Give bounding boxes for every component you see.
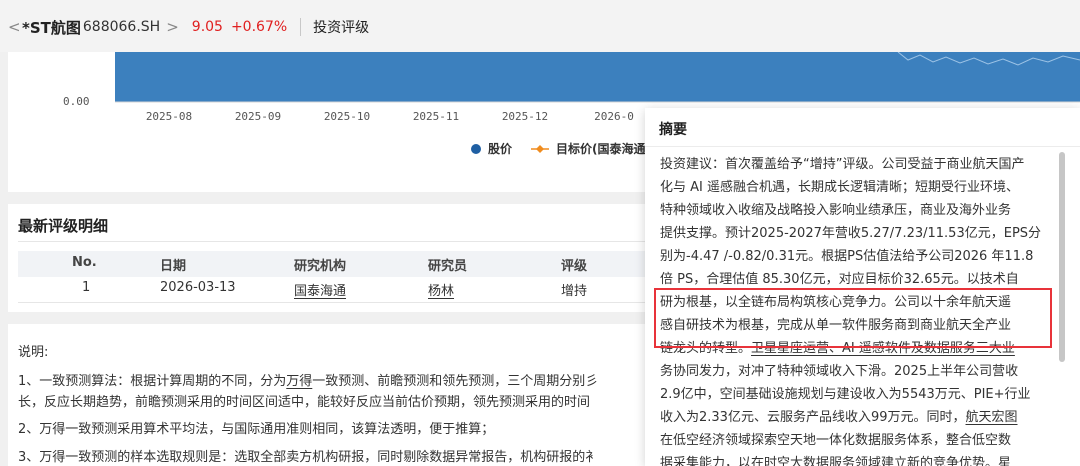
cell-date: 2026-03-13 bbox=[160, 280, 236, 295]
stock-header-row: < *ST航图 688066.SH > 9.05 +0.67% 投资评级 bbox=[8, 17, 369, 37]
stock-name: *ST航图 bbox=[22, 18, 81, 37]
summary-popup: 摘要 投资建议：首次覆盖给予“增持”评级。公司受益于商业航天国产 化与 AI 遥… bbox=[645, 108, 1080, 466]
note-1-part-b: 一致预测、前瞻预测和领先预测，三个周期分别彡 bbox=[312, 374, 599, 389]
stock-header-bar: < *ST航图 688066.SH > 9.05 +0.67% 投资评级 bbox=[0, 0, 1080, 52]
x-tick-label: 2026-0 bbox=[594, 110, 634, 123]
back-icon[interactable]: < bbox=[8, 18, 21, 36]
highlight-box bbox=[654, 288, 1052, 348]
header-divider bbox=[300, 18, 302, 36]
summary-line: 据采集能力，以在时空大数据服务领域建立新的竞争优势。星 bbox=[660, 456, 1012, 466]
column-header-date: 日期 bbox=[160, 259, 187, 274]
price-area bbox=[115, 52, 1080, 102]
legend-marker-target-diamond bbox=[536, 145, 544, 153]
wind-link[interactable]: 万得 bbox=[286, 374, 312, 389]
chevron-right-icon[interactable]: > bbox=[166, 18, 179, 36]
column-header-rating: 评级 bbox=[561, 259, 588, 274]
chart-legend[interactable]: 股价 目标价(国泰海通 bbox=[471, 141, 646, 156]
price-change: +0.67% bbox=[230, 19, 288, 35]
summary-line: 倍 PS，合理估值 85.30亿元，对应目标价32.65元。以技术自 bbox=[660, 272, 1019, 287]
section-title: 最新评级明细 bbox=[18, 217, 109, 235]
summary-line: 提供支撑。预计2025-2027年营收5.27/7.23/11.53亿元，EPS… bbox=[660, 226, 1042, 241]
summary-line: 化与 AI 遥感融合机遇，长期成长逻辑清晰；短期受行业环境、 bbox=[660, 180, 1019, 195]
notes-title: 说明: bbox=[18, 345, 49, 360]
legend-label-price: 股价 bbox=[488, 141, 513, 156]
summary-line: 特种领域收入收缩及战略投入影响业绩承压，商业及海外业务 bbox=[660, 203, 1012, 218]
note-1-part-a: 1、一致预测算法：根据计算周期的不同，分为 bbox=[18, 374, 287, 389]
x-tick-label: 2025-11 bbox=[413, 110, 459, 123]
x-tick-label: 2025-09 bbox=[235, 110, 281, 123]
column-header-institution: 研究机构 bbox=[294, 259, 347, 274]
legend-label-target: 目标价(国泰海通 bbox=[556, 141, 646, 156]
note-2: 2、万得一致预测采用算术平均法，与国际通用准则相同，该算法透明，便于推算； bbox=[18, 422, 495, 437]
note-3: 3、万得一致预测的样本选取规则是：选取全部卖方机构研报，同时剔除数据异常报告，机… bbox=[18, 450, 599, 465]
stock-code: 688066.SH bbox=[82, 19, 161, 35]
x-tick-label: 2025-10 bbox=[324, 110, 370, 123]
summary-line: 在低空经济领域探索空天地一体化数据服务体系，整合低空数 bbox=[660, 433, 1012, 448]
summary-line: 投资建议：首次覆盖给予“增持”评级。公司受益于商业航天国产 bbox=[660, 157, 1025, 172]
cell-analyst-link[interactable]: 杨林 bbox=[428, 280, 454, 299]
column-header-analyst: 研究员 bbox=[428, 259, 468, 274]
x-tick-label: 2025-12 bbox=[502, 110, 548, 123]
y-tick-label: 0.00 bbox=[63, 95, 90, 108]
note-1: 1、一致预测算法：根据计算周期的不同，分为万得一致预测、前瞻预测和领先预测，三个… bbox=[18, 370, 598, 389]
summary-line: 务协同发力，对冲了特种领域收入下滑。2025上半年公司营收 bbox=[660, 364, 1019, 379]
summary-line: 别为-4.47 /-0.82/0.31元。根据PS估值法给予公司2026 年11… bbox=[660, 249, 1034, 264]
cell-rating: 增持 bbox=[561, 284, 588, 299]
cell-no: 1 bbox=[82, 280, 91, 295]
cell-institution-link[interactable]: 国泰海通 bbox=[294, 280, 346, 299]
tab-investment-rating[interactable]: 投资评级 bbox=[313, 17, 369, 37]
column-header-no: No. bbox=[72, 255, 97, 270]
x-tick-label: 2025-08 bbox=[146, 110, 192, 123]
summary-text: 收入为2.33亿元、云服务产品线收入99万元。同时， bbox=[660, 410, 966, 425]
legend-marker-price bbox=[471, 144, 481, 154]
popup-title: 摘要 bbox=[659, 122, 687, 138]
stock-price: 9.05 bbox=[191, 19, 223, 35]
note-1-continued: 长，反应长期趋势，前瞻预测采用的时间区间适中，能较好反应当前估价预期，领先预测采… bbox=[18, 395, 591, 410]
summary-line: 2.9亿中，空间基础设施规划与建设收入为5543万元、PIE+行业 bbox=[660, 387, 1031, 402]
x-tick-labels: 2025-08 2025-09 2025-10 2025-11 2025-12 2026-… bbox=[146, 110, 634, 123]
company-link[interactable]: 航天宏图 bbox=[966, 410, 1018, 425]
popup-divider bbox=[645, 146, 1080, 147]
summary-line: 收入为2.33亿元、云服务产品线收入99万元。同时，航天宏图 bbox=[660, 406, 1018, 425]
popup-scrollbar[interactable] bbox=[1059, 152, 1065, 362]
